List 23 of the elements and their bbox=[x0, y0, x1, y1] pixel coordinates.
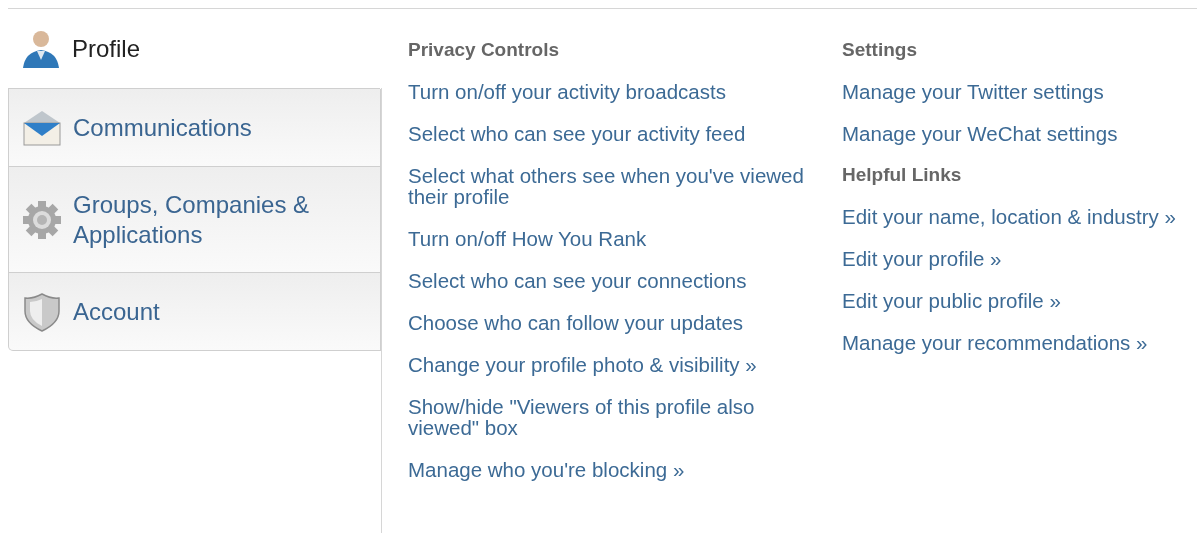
sidebar-tab[interactable]: Communications bbox=[8, 89, 381, 167]
settings-link[interactable]: Edit your name, location & industry » bbox=[842, 206, 1182, 227]
gear-icon bbox=[21, 198, 63, 241]
settings-link[interactable]: Select what others see when you've viewed their profile bbox=[408, 165, 820, 207]
settings-link[interactable]: Turn on/off How You Rank bbox=[408, 228, 820, 249]
settings-link[interactable]: Turn on/off your activity broadcasts bbox=[408, 81, 820, 102]
settings-link[interactable]: Choose who can follow your updates bbox=[408, 312, 820, 333]
sidebar-tab[interactable]: Account bbox=[8, 273, 381, 351]
settings-link[interactable]: Manage who you're blocking » bbox=[408, 459, 820, 480]
section-heading: Settings bbox=[842, 39, 918, 61]
settings-link[interactable]: Edit your public profile » bbox=[842, 290, 1182, 311]
settings-link[interactable]: Manage your Twitter settings bbox=[842, 81, 1182, 102]
settings-link[interactable]: Edit your profile » bbox=[842, 248, 1182, 269]
settings-link[interactable]: Select who can see your activity feed bbox=[408, 123, 820, 144]
settings-link[interactable]: Manage your recommendations » bbox=[842, 332, 1182, 353]
settings-link[interactable]: Select who can see your connections bbox=[408, 270, 820, 291]
settings-link[interactable]: Show/hide "Viewers of this profile also viewed" box bbox=[408, 396, 820, 438]
settings-link[interactable]: Change your profile photo & visibility » bbox=[408, 354, 820, 375]
shield-icon bbox=[21, 290, 63, 333]
sidebar-tab[interactable]: Groups, Companies & Applications bbox=[8, 167, 381, 273]
section-heading: Privacy Controls bbox=[408, 39, 560, 61]
section-heading: Helpful Links bbox=[842, 164, 963, 186]
settings-link[interactable]: Manage your WeChat settings bbox=[842, 123, 1182, 144]
